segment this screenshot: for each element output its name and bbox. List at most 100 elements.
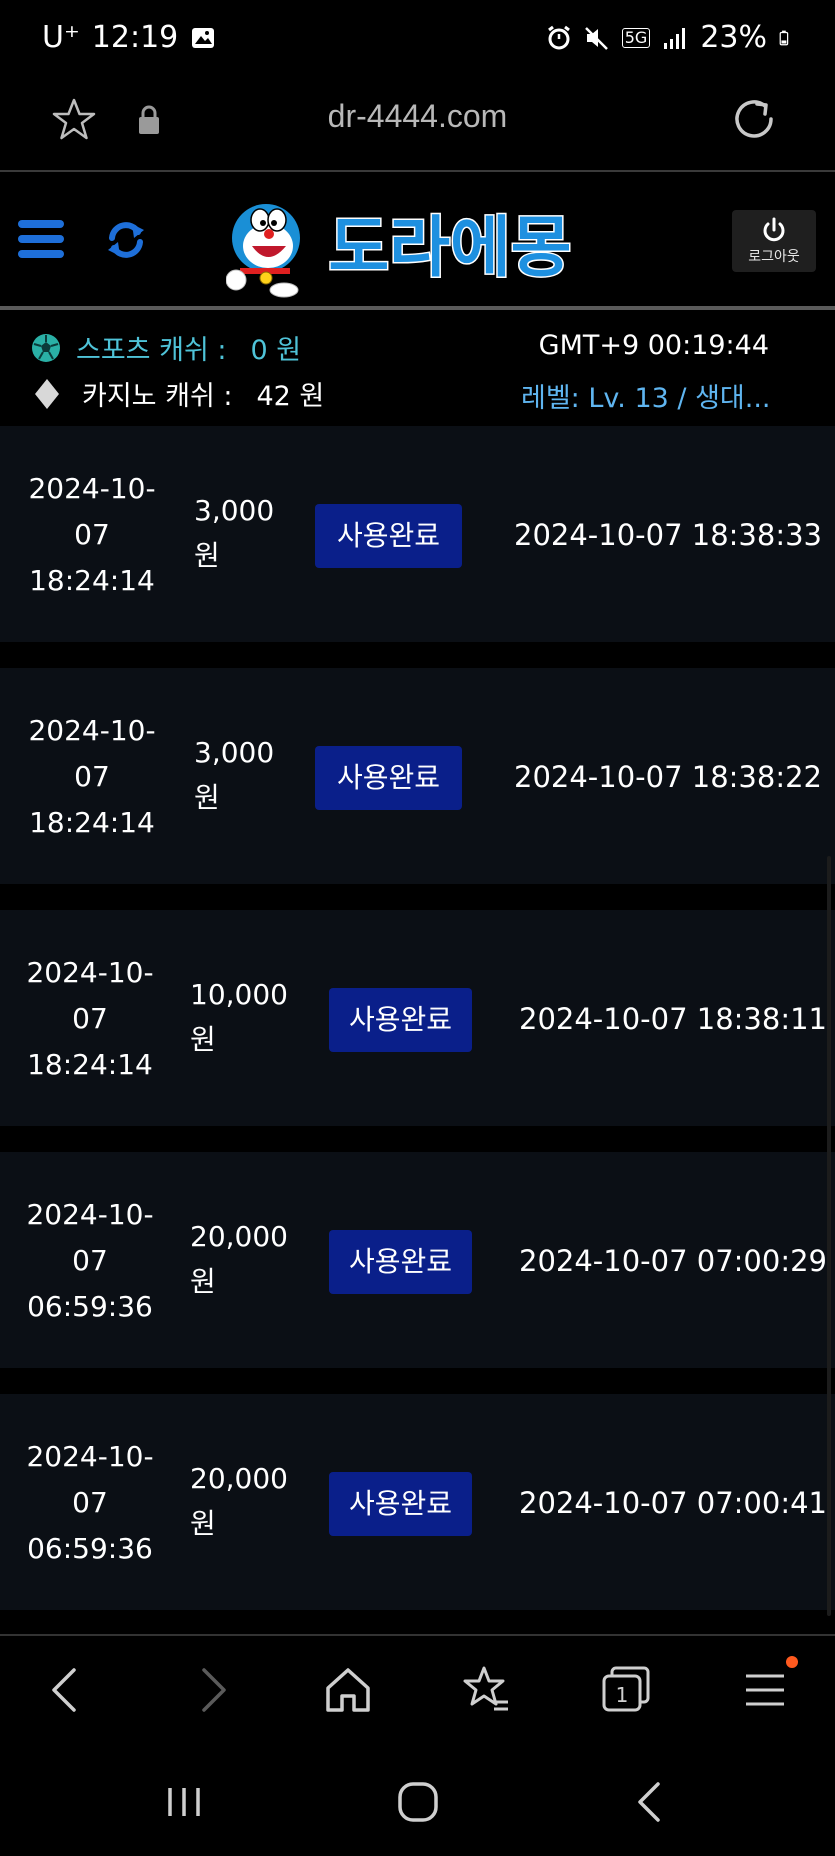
issued-date-line: 2024-10-: [28, 714, 156, 747]
list-item: 2024-10- 07 18:24:14 10,000 원 사용완료 2024-…: [0, 910, 835, 1126]
issued-date: 2024-10- 07 18:24:14: [18, 708, 166, 846]
signal-icon: [664, 27, 686, 49]
issued-date-line: 07: [72, 1244, 108, 1277]
issued-date-line: 18:24:14: [29, 806, 155, 839]
issued-date-line: 2024-10-: [26, 1198, 154, 1231]
used-at: 2024-10-07 18:38:11: [519, 1002, 827, 1036]
forward-icon[interactable]: [182, 1662, 238, 1718]
back-icon[interactable]: [40, 1662, 96, 1718]
amount-value: 20,000: [190, 1220, 288, 1253]
system-home-icon[interactable]: [394, 1778, 442, 1826]
user-level[interactable]: 레벨: Lv. 13 / 생대...: [521, 376, 789, 415]
casino-cash-row: 카지노 캐쉬 : 42 원: [34, 374, 324, 413]
system-back-icon[interactable]: [628, 1778, 676, 1826]
status-bar: U⁺ 12:19 5G 23%: [0, 0, 835, 74]
gallery-icon: [192, 27, 215, 48]
amount-value: 3,000: [194, 736, 275, 769]
amount-value: 10,000: [190, 978, 288, 1011]
tab-count: 1: [616, 1683, 629, 1707]
amount-unit: 원: [194, 539, 220, 572]
hamburger-menu-icon[interactable]: [18, 218, 64, 260]
sports-cash-value: 0 원: [250, 335, 302, 366]
status-right: 5G 23%: [546, 20, 795, 55]
issued-date-line: 06:59:36: [27, 1532, 153, 1565]
diamond-icon: [35, 378, 59, 409]
amount: 10,000 원: [190, 972, 288, 1062]
issued-date-line: 07: [72, 1486, 108, 1519]
status-badge[interactable]: 사용완료: [315, 504, 462, 568]
home-icon[interactable]: [320, 1662, 376, 1718]
doraemon-logo-icon: 도라에몽: [225, 204, 573, 298]
issued-date-line: 07: [74, 518, 110, 551]
browser-bottom-nav: 1: [0, 1634, 835, 1744]
issued-date-line: 18:24:14: [29, 564, 155, 597]
reload-icon[interactable]: [731, 96, 777, 142]
notification-dot: [786, 1656, 798, 1668]
url-text[interactable]: dr-4444.com: [0, 98, 835, 135]
amount-unit: 원: [190, 1507, 216, 1540]
logo-text: 도라에몽: [329, 209, 572, 286]
status-badge[interactable]: 사용완료: [329, 988, 472, 1052]
refresh-icon[interactable]: [106, 220, 146, 260]
list-item: 2024-10- 07 18:24:14 3,000 원 사용완료 2024-1…: [0, 426, 835, 642]
status-badge[interactable]: 사용완료: [329, 1230, 472, 1294]
issued-date-line: 06:59:36: [27, 1290, 153, 1323]
issued-date-line: 18:24:14: [27, 1048, 153, 1081]
status-left: U⁺ 12:19: [42, 20, 216, 55]
issued-date: 2024-10- 07 06:59:36: [16, 1192, 164, 1330]
tabs-icon[interactable]: 1: [598, 1662, 654, 1718]
amount: 3,000 원: [194, 730, 274, 820]
amount-value: 3,000: [194, 494, 275, 527]
amount-unit: 원: [190, 1265, 216, 1298]
balance-info-bar: 스포츠 캐쉬 : 0 원 카지노 캐쉬 : 42 원 GMT+9 00:19:4…: [0, 314, 835, 426]
recent-apps-icon[interactable]: [160, 1778, 208, 1826]
battery-icon: [779, 30, 789, 45]
network-type: 5G: [621, 27, 651, 48]
carrier-label: U⁺: [42, 20, 80, 55]
status-badge[interactable]: 사용완료: [329, 1472, 472, 1536]
menu-icon[interactable]: [738, 1662, 794, 1718]
used-at: 2024-10-07 07:00:41: [519, 1486, 827, 1520]
amount-value: 20,000: [190, 1462, 288, 1495]
amount: 3,000 원: [194, 488, 274, 578]
issued-date: 2024-10- 07 06:59:36: [16, 1434, 164, 1572]
alarm-icon: [547, 25, 570, 49]
sports-cash-label: 스포츠 캐쉬 :: [76, 335, 227, 366]
coupon-history-list: 2024-10- 07 18:24:14 3,000 원 사용완료 2024-1…: [0, 426, 835, 1634]
used-at: 2024-10-07 18:38:33: [514, 518, 822, 552]
issued-date-line: 07: [74, 760, 110, 793]
amount: 20,000 원: [190, 1456, 288, 1546]
logout-button[interactable]: 로그아웃: [732, 210, 816, 272]
site-header: 도라에몽 로그아웃: [0, 174, 835, 310]
issued-date-line: 2024-10-: [28, 472, 156, 505]
logout-label: 로그아웃: [748, 249, 800, 265]
list-item: 2024-10- 07 06:59:36 20,000 원 사용완료 2024-…: [0, 1394, 835, 1610]
site-logo[interactable]: 도라에몽: [225, 190, 610, 298]
status-badge[interactable]: 사용완료: [315, 746, 462, 810]
issued-date-line: 2024-10-: [26, 1440, 154, 1473]
issued-date: 2024-10- 07 18:24:14: [16, 950, 164, 1088]
scrollbar[interactable]: [827, 856, 831, 1616]
sports-cash-row: 스포츠 캐쉬 : 0 원: [30, 328, 301, 367]
list-item: 2024-10- 07 06:59:36 20,000 원 사용완료 2024-…: [0, 1152, 835, 1368]
list-item: 2024-10- 07 18:24:14 3,000 원 사용완료 2024-1…: [0, 668, 835, 884]
casino-cash-label: 카지노 캐쉬 :: [82, 381, 233, 412]
bookmarks-icon[interactable]: [458, 1662, 514, 1718]
power-icon: [763, 217, 785, 242]
used-at: 2024-10-07 07:00:29: [519, 1244, 827, 1278]
server-clock: GMT+9 00:19:44: [538, 330, 769, 361]
issued-date: 2024-10- 07 18:24:14: [18, 466, 166, 604]
battery-percent: 23%: [700, 20, 767, 55]
status-time: 12:19: [91, 20, 179, 55]
soccer-ball-icon: [32, 333, 60, 362]
issued-date-line: 07: [72, 1002, 108, 1035]
amount: 20,000 원: [190, 1214, 288, 1304]
issued-date-line: 2024-10-: [26, 956, 154, 989]
system-nav-bar: [0, 1744, 835, 1856]
amount-unit: 원: [194, 781, 220, 814]
casino-cash-value: 42 원: [256, 381, 325, 412]
mute-icon: [584, 26, 608, 50]
amount-unit: 원: [190, 1023, 216, 1056]
used-at: 2024-10-07 18:38:22: [514, 760, 822, 794]
browser-url-bar: dr-4444.com: [0, 74, 835, 172]
